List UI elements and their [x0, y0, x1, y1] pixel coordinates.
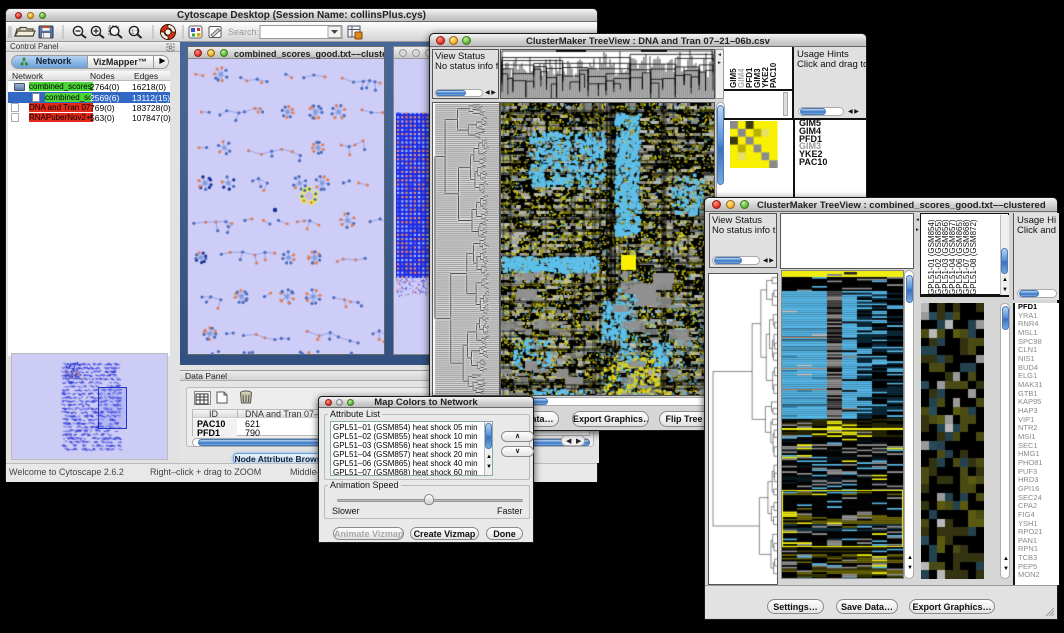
svg-text:1:1: 1:1 [131, 30, 139, 36]
svg-text:Search:: Search: [228, 27, 259, 37]
